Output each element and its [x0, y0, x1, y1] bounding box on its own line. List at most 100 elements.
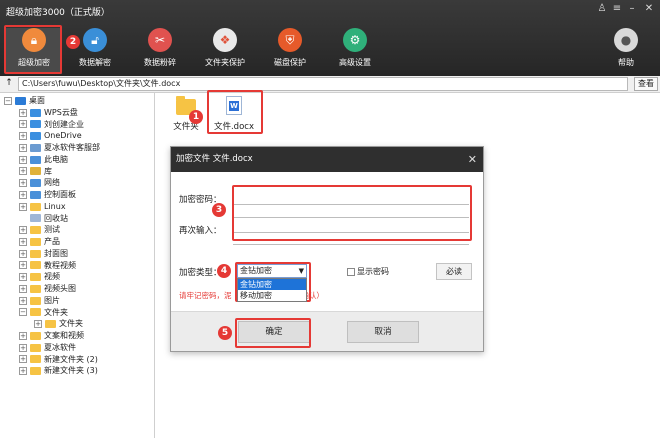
tree-item-label: 新建文件夹 (3) — [44, 366, 98, 376]
tree-item[interactable]: + 测试 — [0, 224, 154, 236]
expand-icon[interactable]: + — [19, 120, 27, 129]
expand-icon[interactable]: + — [19, 296, 27, 305]
expand-icon[interactable]: + — [19, 331, 27, 340]
expand-icon[interactable]: + — [19, 155, 27, 164]
tree-item-label: 夏冰软件客服部 — [44, 143, 100, 152]
minimize-icon[interactable]: – — [625, 3, 639, 14]
cancel-button[interactable]: 取消 — [347, 321, 419, 343]
view-button[interactable]: 查看 — [634, 77, 658, 91]
tree-item[interactable]: − 桌面 — [0, 95, 154, 107]
tree-item[interactable]: + 夏冰软件 — [0, 342, 154, 354]
type-label: 加密类型： — [179, 268, 222, 278]
expand-icon[interactable]: + — [19, 237, 27, 246]
tree-item[interactable]: + Linux — [0, 201, 154, 213]
expand-icon[interactable]: + — [19, 249, 27, 258]
folder-icon — [30, 226, 41, 235]
tree-item[interactable]: + 新建文件夹 (2) — [0, 354, 154, 366]
tree-item[interactable]: − 文件夹 — [0, 307, 154, 319]
tool-label: 帮助 — [618, 58, 634, 67]
tool-label: 磁盘保护 — [274, 58, 306, 67]
expand-icon[interactable]: + — [19, 143, 27, 152]
folder-icon — [30, 167, 41, 176]
tree-item[interactable]: + 文案和视频 — [0, 330, 154, 342]
tool-disk-protect[interactable]: ⛨ 磁盘保护 — [262, 28, 318, 74]
tree-item[interactable]: 回收站 — [0, 213, 154, 225]
expand-icon[interactable]: + — [34, 320, 42, 329]
highlight-box — [232, 185, 472, 241]
tree-item-label: 桌面 — [29, 96, 45, 105]
collapse-icon[interactable]: − — [4, 96, 12, 105]
tool-folder-protect[interactable]: ❖ 文件夹保护 — [197, 28, 253, 74]
tree-item-label: OneDrive — [44, 131, 82, 141]
tool-label: 数据粉碎 — [144, 58, 176, 67]
tree-item[interactable]: + 库 — [0, 166, 154, 178]
expand-icon[interactable]: + — [19, 226, 27, 235]
tree-item[interactable]: + 产品 — [0, 236, 154, 248]
tree-item[interactable]: + 封面图 — [0, 248, 154, 260]
confirm-field-line — [233, 244, 469, 245]
tree-item[interactable]: + 刘创建企业 — [0, 119, 154, 131]
expand-icon[interactable]: + — [19, 179, 27, 188]
readme-button[interactable]: 必读 — [436, 263, 472, 280]
tree-item-label: 文件夹 — [44, 307, 68, 317]
option-mobile[interactable]: 移动加密 — [238, 290, 306, 301]
expand-icon[interactable]: + — [19, 355, 27, 364]
tool-advanced-settings[interactable]: ⚙ 高级设置 — [327, 28, 383, 74]
unlock-icon: 🔓︎ — [83, 28, 107, 52]
gear-icon: ⚙ — [343, 28, 367, 52]
close-icon[interactable]: ✕ — [468, 147, 477, 172]
tree-item[interactable]: + 视频 — [0, 271, 154, 283]
tree-item[interactable]: + 此电脑 — [0, 154, 154, 166]
tree-item-label: 测试 — [44, 225, 60, 235]
close-icon[interactable]: ✕ — [642, 3, 656, 14]
expand-icon[interactable]: + — [19, 132, 27, 141]
tree-item[interactable]: + WPS云盘 — [0, 107, 154, 119]
tree-item[interactable]: + 控制面板 — [0, 189, 154, 201]
tree-item[interactable]: + 夏冰软件客服部 — [0, 142, 154, 154]
encrypt-type-dropdown: 金钻加密 移动加密 — [237, 278, 307, 302]
folder-icon — [30, 273, 41, 282]
folder-icon — [30, 355, 41, 364]
folder-icon — [45, 320, 56, 329]
folder-icon — [30, 155, 41, 164]
tree-item[interactable]: + 图片 — [0, 295, 154, 307]
step-badge: 4 — [217, 264, 231, 278]
folder-icon — [15, 96, 26, 105]
expand-icon[interactable]: + — [19, 190, 27, 199]
tree-item-label: 图片 — [44, 295, 60, 305]
path-input[interactable]: C:\Users\fuwu\Desktop\文件夹\文件.docx — [18, 77, 628, 91]
show-password-checkbox[interactable] — [347, 268, 355, 276]
expand-icon[interactable]: + — [19, 367, 27, 376]
folder-icon — [30, 284, 41, 293]
up-arrow-icon[interactable]: ↑ — [3, 78, 15, 90]
collapse-icon[interactable]: − — [19, 308, 27, 317]
tree-item[interactable]: + 新建文件夹 (3) — [0, 365, 154, 377]
tool-shred[interactable]: ✂ 数据粉碎 — [132, 28, 188, 74]
expand-icon[interactable]: + — [19, 273, 27, 282]
shield-icon: ⛨ — [278, 28, 302, 52]
tree-item-label: 刘创建企业 — [44, 119, 84, 129]
tree-item[interactable]: + OneDrive — [0, 130, 154, 142]
shirt-icon[interactable]: ♙ — [595, 3, 609, 14]
tool-help[interactable]: ● 帮助 — [598, 28, 654, 74]
expand-icon[interactable]: + — [19, 167, 27, 176]
highlight-box — [207, 90, 263, 134]
step-badge: 5 — [218, 326, 232, 340]
tree-item[interactable]: + 视频头图 — [0, 283, 154, 295]
path-bar: ↑ C:\Users\fuwu\Desktop\文件夹\文件.docx 查看 — [0, 76, 660, 93]
expand-icon[interactable]: + — [19, 343, 27, 352]
expand-icon[interactable]: + — [19, 108, 27, 117]
menu-icon[interactable]: ≡ — [610, 3, 624, 14]
expand-icon[interactable]: + — [19, 202, 27, 211]
folder-icon — [30, 190, 41, 199]
tree-item[interactable]: + 教程视频 — [0, 260, 154, 272]
encrypt-dialog: 加密文件 文件.docx ✕ 加密密码： 再次输入： 加密类型： 金钻加密 ▼ … — [170, 146, 484, 352]
confirm-label: 再次输入： — [179, 226, 222, 236]
expand-icon[interactable]: + — [19, 261, 27, 270]
tree-item[interactable]: + 文件夹 — [0, 318, 154, 330]
option-gold[interactable]: 金钻加密 — [238, 279, 306, 290]
step-badge: 1 — [189, 110, 203, 124]
tree-item[interactable]: + 网络 — [0, 177, 154, 189]
expand-icon[interactable]: + — [19, 284, 27, 293]
folder-icon — [30, 237, 41, 246]
